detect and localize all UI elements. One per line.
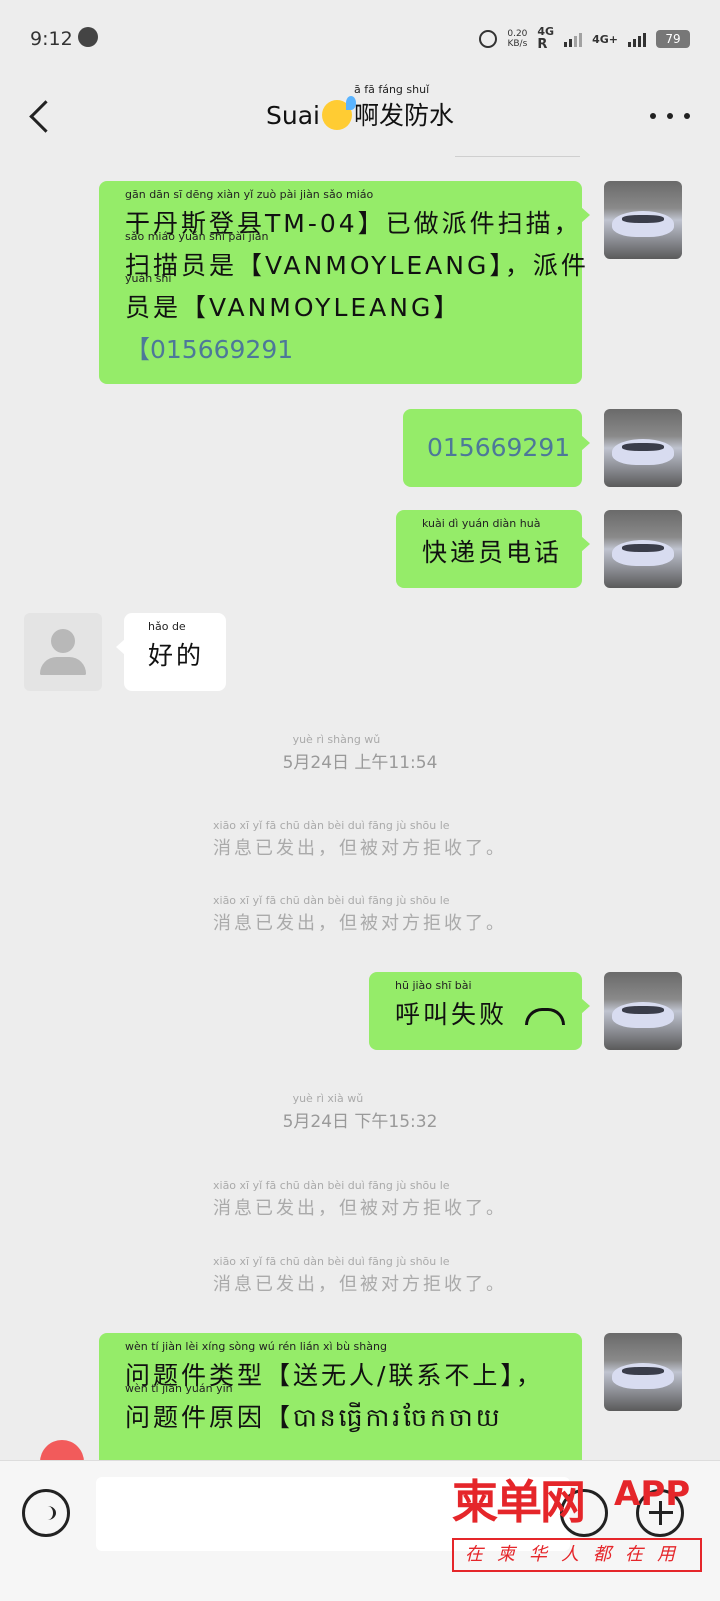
- user-avatar[interactable]: [604, 510, 682, 588]
- status-time: 9:12: [30, 28, 73, 50]
- network-speed: 0.20 KB/s: [507, 29, 528, 49]
- network-type: 4G+: [592, 32, 618, 46]
- user-avatar[interactable]: [604, 1333, 682, 1411]
- chat-timestamp: yuè rì xià wǔ 5月24日 下午15:32: [282, 1092, 438, 1133]
- message-bubble[interactable]: 015669291: [403, 409, 590, 487]
- app-notification-icon: [78, 27, 98, 47]
- message-bubble[interactable]: kuài dì yuán diàn huà 快递员电话: [396, 510, 590, 588]
- phone-number-link[interactable]: 【015669291: [125, 335, 293, 364]
- watermark-logo: 柬单网: [452, 1475, 586, 1529]
- voice-input-button[interactable]: [22, 1489, 70, 1537]
- status-bar: 9:12 0.20 KB/s 4G R 4G+ 79: [0, 0, 720, 78]
- system-message: xiāo xī yǐ fā chū dàn bèi duì fāng jù sh…: [213, 1255, 507, 1296]
- phone-hangup-icon: [525, 1007, 566, 1025]
- site-watermark: 柬单网 APP 在柬华人都在用: [452, 1466, 702, 1594]
- system-message: xiāo xī yǐ fā chū dàn bèi duì fāng jù sh…: [213, 894, 507, 935]
- contact-avatar[interactable]: [24, 613, 102, 691]
- more-options-button[interactable]: [650, 106, 690, 126]
- roaming-indicator: 4G R: [537, 25, 555, 52]
- system-message: xiāo xī yǐ fā chū dàn bèi duì fāng jù sh…: [213, 1179, 507, 1220]
- phone-number-link[interactable]: 015669291: [427, 433, 570, 462]
- chat-title: Suai ā fā fáng shuǐ 啊发防水: [266, 83, 454, 130]
- signal-icon: [564, 31, 583, 47]
- status-icons: 0.20 KB/s 4G R 4G+ 79: [479, 26, 690, 52]
- chat-header: Suai ā fā fáng shuǐ 啊发防水: [0, 78, 720, 158]
- message-bubble[interactable]: hǎo de 好的: [116, 613, 226, 691]
- message-bubble[interactable]: gān dān sī dēng xiàn yǐ zuò pài jiàn sǎo…: [99, 181, 590, 384]
- user-avatar[interactable]: [604, 972, 682, 1050]
- system-message: xiāo xī yǐ fā chū dàn bèi duì fāng jù sh…: [213, 819, 507, 860]
- battery-icon: 79: [656, 30, 690, 48]
- user-avatar[interactable]: [604, 409, 682, 487]
- signal-icon-2: [628, 31, 646, 47]
- chat-timestamp: yuè rì shàng wǔ 5月24日 上午11:54: [282, 733, 438, 774]
- message-bubble[interactable]: wèn tí jiàn lèi xíng sòng wú rén lián xì…: [99, 1333, 582, 1473]
- alarm-icon: [479, 30, 498, 48]
- divider: [455, 156, 580, 157]
- call-failed-bubble[interactable]: hū jiào shī bài 呼叫失败: [369, 972, 590, 1050]
- user-avatar[interactable]: [604, 181, 682, 259]
- sweat-emoji-icon: [321, 96, 356, 130]
